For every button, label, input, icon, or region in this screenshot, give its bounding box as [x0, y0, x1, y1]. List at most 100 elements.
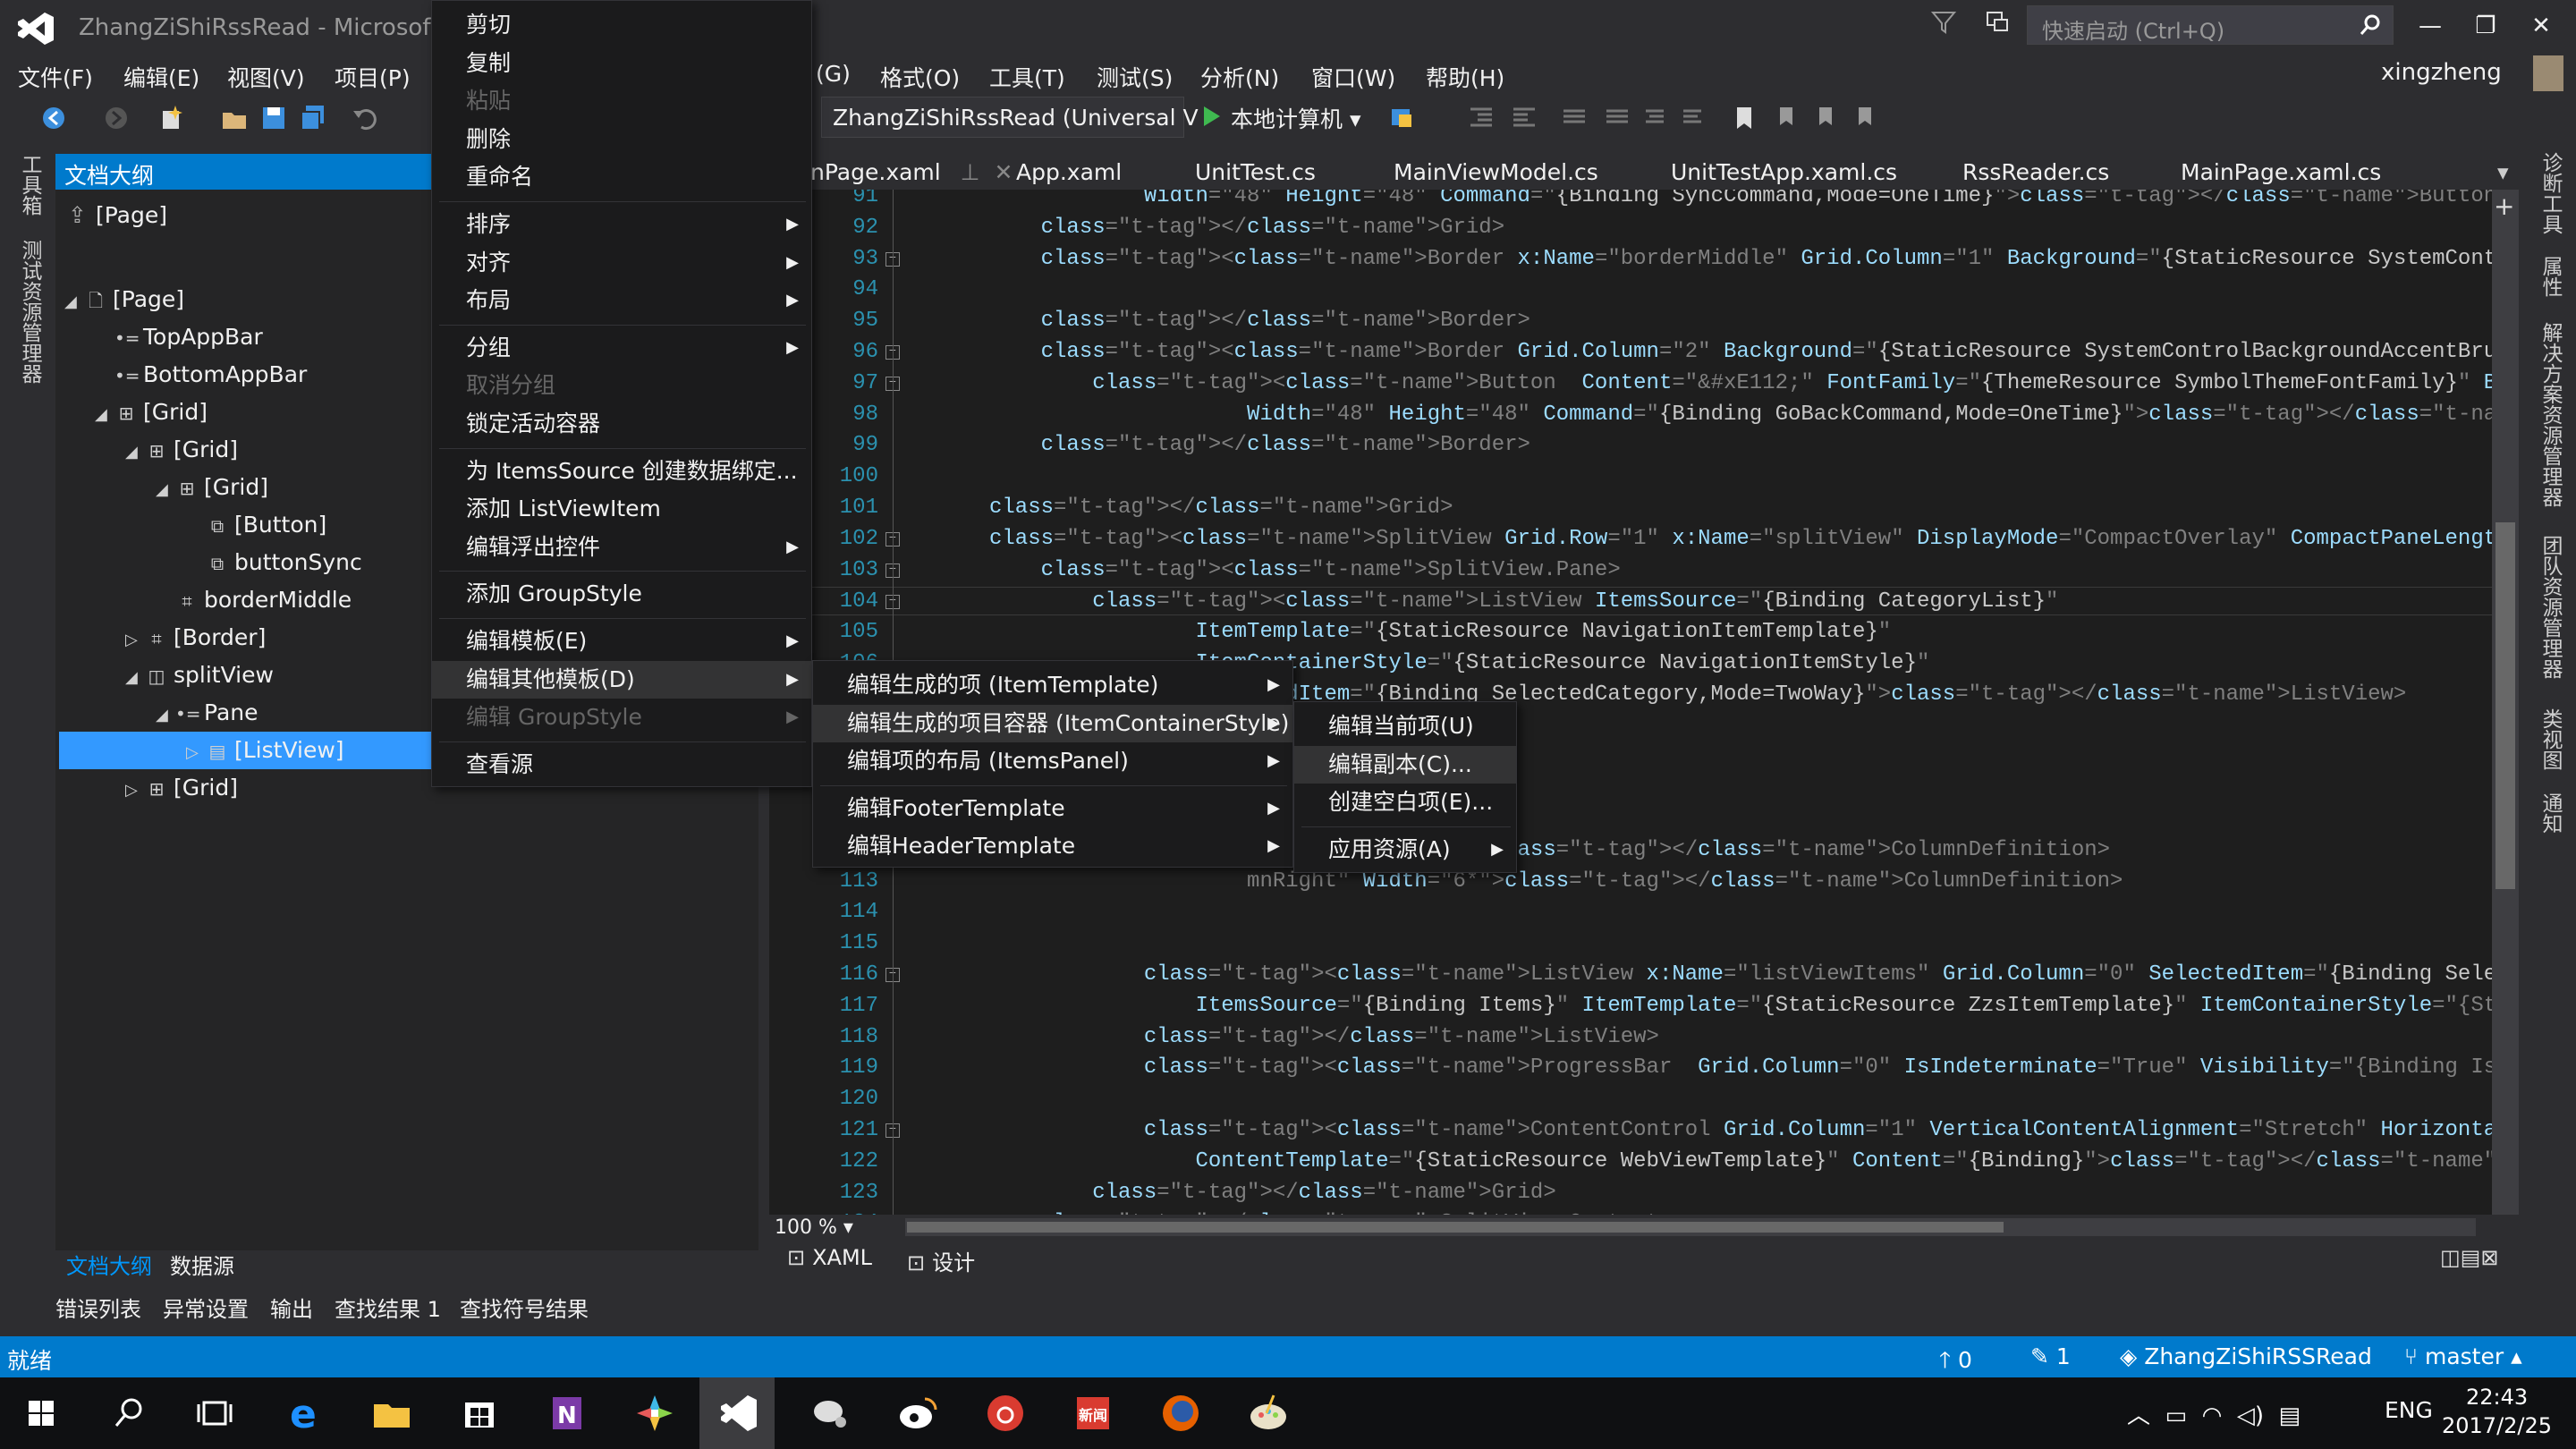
- menu-item[interactable]: 删除: [432, 121, 811, 159]
- tab-app-xaml[interactable]: App.xaml: [1016, 159, 1122, 185]
- menu-item[interactable]: 对齐 ▶: [432, 244, 811, 283]
- code-line[interactable]: 92 class="t-tag"></class="t-name">Grid>: [769, 214, 2492, 242]
- menu-debug[interactable]: (G): [816, 61, 851, 87]
- pane-layout-icons[interactable]: ◫▤⊠: [2440, 1245, 2498, 1270]
- menu-file[interactable]: 文件(F): [18, 61, 93, 93]
- menu-item[interactable]: 编辑生成的项 (ItemTemplate) ▶: [813, 666, 1292, 705]
- outline-tree-item[interactable]: ⧉ [Button]: [186, 506, 326, 544]
- tab-unittest-cs[interactable]: UnitTest.cs: [1195, 159, 1316, 185]
- close-tab-icon[interactable]: ✕: [995, 159, 1013, 185]
- code-line[interactable]: 91 Width="48" Height="48" Command="{Bind…: [769, 190, 2492, 211]
- attach-icon[interactable]: [1388, 104, 1417, 132]
- file-explorer-icon[interactable]: [365, 1386, 419, 1440]
- menu-analyze[interactable]: 分析(N): [1200, 61, 1279, 93]
- notifications-tab[interactable]: 通知: [2535, 792, 2565, 834]
- expander-icon[interactable]: ▷: [125, 772, 145, 809]
- code-line[interactable]: 97 class="t-tag"><class="t-name">Button …: [769, 369, 2492, 398]
- menu-item[interactable]: 复制: [432, 45, 811, 83]
- code-line[interactable]: 96 class="t-tag"><class="t-name">Border …: [769, 338, 2492, 367]
- tab-error-list[interactable]: 错误列表: [55, 1292, 141, 1323]
- menu-item[interactable]: 查看源: [432, 746, 811, 784]
- menu-item[interactable]: 编辑生成的项目容器 (ItemContainerStyle) ▶: [813, 704, 1292, 743]
- netease-music-icon[interactable]: [979, 1386, 1032, 1440]
- expander-icon[interactable]: ◢: [125, 434, 145, 471]
- prev-bookmark-icon[interactable]: [1771, 104, 1800, 132]
- undo-icon[interactable]: [351, 104, 379, 132]
- save-icon[interactable]: [259, 104, 288, 132]
- open-file-icon[interactable]: [220, 104, 249, 132]
- menu-item[interactable]: 添加 ListViewItem: [432, 490, 811, 529]
- tab-find-symbol-results[interactable]: 查找符号结果: [460, 1292, 589, 1323]
- code-line[interactable]: 99 class="t-tag"></class="t-name">Border…: [769, 431, 2492, 460]
- battery-icon[interactable]: ▭: [2165, 1402, 2188, 1429]
- menu-item[interactable]: 锁定活动容器: [432, 405, 811, 444]
- code-line[interactable]: 104 class="t-tag"><class="t-name">ListVi…: [769, 587, 2492, 616]
- code-line[interactable]: 95 class="t-tag"></class="t-name">Border…: [769, 307, 2492, 335]
- menu-item[interactable]: 应用资源(A) ▶: [1294, 831, 1516, 869]
- split-editor-icon[interactable]: +: [2494, 191, 2514, 221]
- test-explorer-tab[interactable]: 测试资源管理器: [14, 240, 45, 384]
- outline-root-page[interactable]: ⇪ [Page]: [68, 202, 167, 228]
- tab-data-sources[interactable]: 数据源: [170, 1249, 234, 1280]
- tab-mainpage-xaml[interactable]: nPage.xaml ⊥ ✕: [810, 159, 1013, 185]
- visual-studio-taskbar-icon[interactable]: [712, 1386, 766, 1440]
- tab-overflow-icon[interactable]: ▾: [2497, 159, 2509, 185]
- document-outline-header[interactable]: 文档大纲: [55, 154, 431, 190]
- outline-tree-item[interactable]: ⧉ buttonSync: [186, 544, 362, 581]
- wrap-icon[interactable]: [1678, 104, 1707, 132]
- restore-button[interactable]: ❐: [2465, 7, 2506, 45]
- menu-help[interactable]: 帮助(H): [1426, 61, 1504, 93]
- volume-icon[interactable]: ◁): [2237, 1402, 2264, 1429]
- tab-find-results[interactable]: 查找结果 1: [335, 1292, 441, 1323]
- code-line[interactable]: 118 class="t-tag"></class="t-name">ListV…: [769, 1023, 2492, 1052]
- indent-icon[interactable]: [1467, 104, 1496, 132]
- outline-tree-item[interactable]: •= BottomAppBar: [95, 356, 307, 394]
- onenote-icon[interactable]: N: [540, 1386, 594, 1440]
- menu-item[interactable]: 为 ItemsSource 创建数据绑定...: [432, 453, 811, 491]
- firefox-icon[interactable]: [1154, 1386, 1208, 1440]
- outline-tree-item[interactable]: ◢ •= Pane: [156, 694, 258, 732]
- menu-format[interactable]: 格式(O): [880, 61, 960, 93]
- properties-tab[interactable]: 属性: [2535, 256, 2565, 297]
- user-name[interactable]: xingzheng: [2381, 59, 2502, 86]
- windows-start-icon[interactable]: [14, 1386, 68, 1440]
- menu-item[interactable]: 编辑浮出控件 ▶: [432, 529, 811, 567]
- repository-name[interactable]: ◈ ZhangZiShiRSSRead: [2120, 1343, 2372, 1369]
- mouse-app-icon[interactable]: [803, 1386, 857, 1440]
- store-icon[interactable]: [453, 1386, 506, 1440]
- format-icon[interactable]: [1640, 104, 1669, 132]
- menu-item[interactable]: 编辑副本(C)...: [1294, 745, 1516, 784]
- menu-item[interactable]: 布局 ▶: [432, 282, 811, 320]
- tray-icons[interactable]: ︿ ▭ ◠ ◁) ▤: [2127, 1397, 2301, 1430]
- tab-unittestapp-cs[interactable]: UnitTestApp.xaml.cs: [1671, 159, 1897, 185]
- paint-app-icon[interactable]: [1241, 1386, 1295, 1440]
- branch-name[interactable]: ⑂ master ▴: [2404, 1343, 2522, 1369]
- diagnostic-tools-tab[interactable]: 诊断工具: [2535, 152, 2565, 234]
- code-line[interactable]: 93 class="t-tag"><class="t-name">Border …: [769, 245, 2492, 274]
- pending-changes[interactable]: ✎ 1: [2030, 1343, 2071, 1369]
- search-taskbar-icon[interactable]: [102, 1386, 156, 1440]
- tab-mainviewmodel-cs[interactable]: MainViewModel.cs: [1394, 159, 1598, 185]
- code-line[interactable]: 113 mnRight" Width="6*">class="t-tag"></…: [769, 868, 2492, 896]
- outline-tree-item[interactable]: ▷ ⌗ [Border]: [125, 619, 266, 657]
- menu-item[interactable]: 编辑当前项(U): [1294, 708, 1516, 746]
- pin-icon[interactable]: ⊥: [961, 159, 980, 185]
- menu-item[interactable]: 编辑模板(E) ▶: [432, 623, 811, 661]
- menu-item[interactable]: 排序 ▶: [432, 206, 811, 244]
- zoom-level[interactable]: 100 % ▾: [775, 1216, 853, 1239]
- menu-item[interactable]: 分组 ▶: [432, 329, 811, 368]
- menu-edit[interactable]: 编辑(E): [123, 61, 199, 93]
- code-line[interactable]: 105 ItemTemplate="{StaticResource Naviga…: [769, 618, 2492, 647]
- menu-test[interactable]: 测试(S): [1097, 61, 1173, 93]
- wifi-icon[interactable]: ◠: [2202, 1402, 2223, 1429]
- outline-tree-item[interactable]: ◢ ⊞ [Grid]: [95, 394, 208, 431]
- weibo-icon[interactable]: [891, 1386, 945, 1440]
- code-line[interactable]: 115: [769, 929, 2492, 958]
- code-line[interactable]: 98 Width="48" Height="48" Command="{Bind…: [769, 401, 2492, 429]
- menu-view[interactable]: 视图(V): [227, 61, 305, 93]
- outline-tree-item[interactable]: ◢ 🗋 [Page]: [64, 281, 184, 318]
- tab-rssreader-cs[interactable]: RssReader.cs: [1962, 159, 2109, 185]
- expander-icon[interactable]: ◢: [156, 471, 175, 509]
- tab-exception-settings[interactable]: 异常设置: [163, 1292, 249, 1323]
- clear-bookmarks-icon[interactable]: [1850, 104, 1878, 132]
